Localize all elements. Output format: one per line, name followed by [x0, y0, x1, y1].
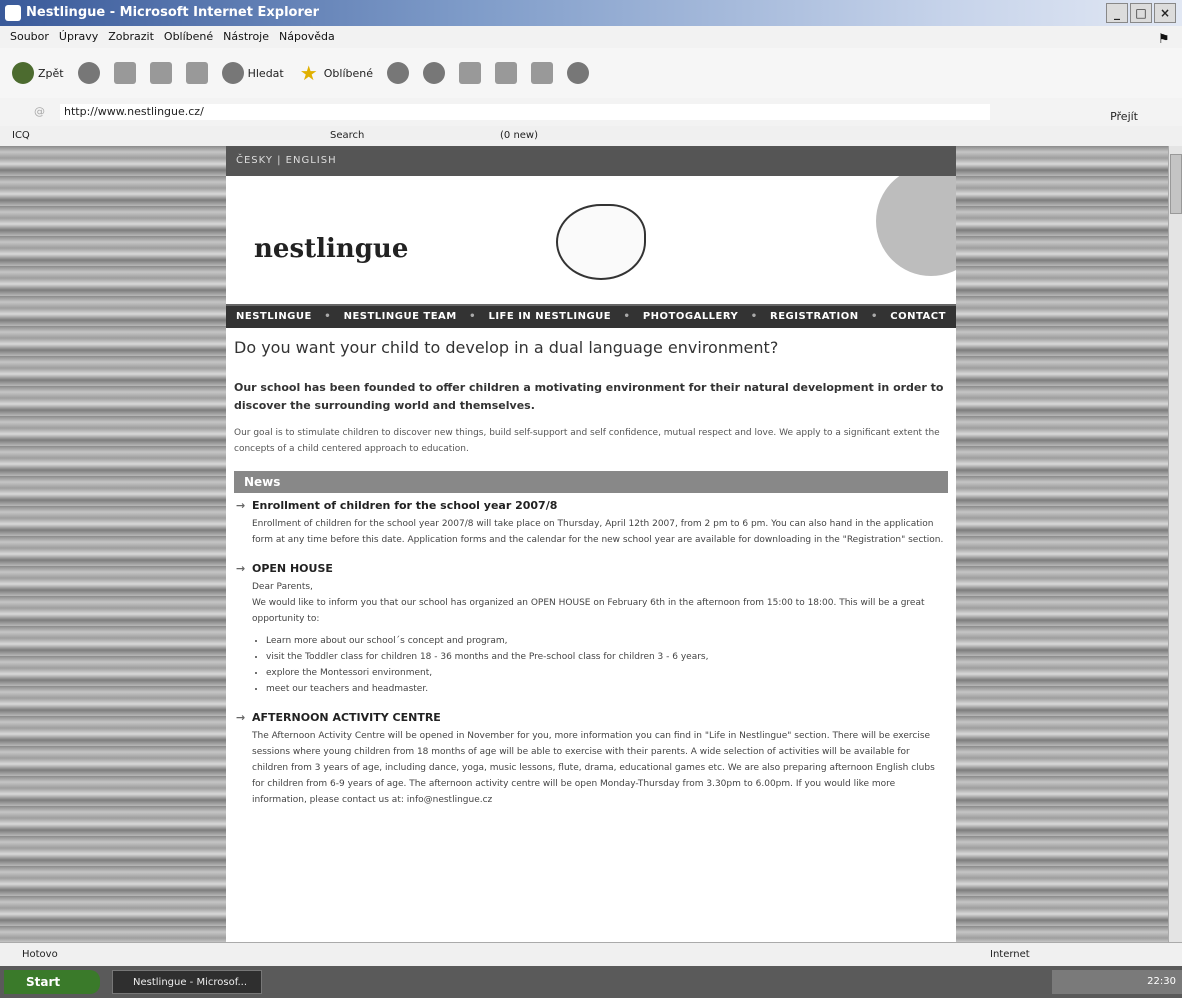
news-item: Enrollment of children for the school ye…: [234, 499, 948, 548]
minimize-button[interactable]: _: [1106, 3, 1128, 23]
menu-view[interactable]: Zobrazit: [108, 26, 154, 48]
nav-separator: •: [750, 311, 758, 322]
bird-illustration: [556, 204, 646, 280]
maximize-button[interactable]: □: [1130, 3, 1152, 23]
back-arrow-icon: [12, 62, 34, 84]
discuss-icon[interactable]: [531, 62, 553, 84]
back-button[interactable]: Zpět: [12, 62, 64, 84]
ie-icon: [5, 5, 21, 21]
icq-search-button[interactable]: Search: [330, 126, 364, 146]
favorites-button[interactable]: ★ Oblíbené: [298, 62, 373, 84]
menu-help[interactable]: Nápověda: [279, 26, 335, 48]
edit-icon[interactable]: [495, 62, 517, 84]
icq-toolbar: ICQ Search (0 new): [0, 126, 1182, 146]
windows-flag-icon: ⚑: [1158, 32, 1170, 47]
mail-icon[interactable]: [423, 62, 445, 84]
news-bullet: Learn more about our school´s concept an…: [266, 633, 948, 649]
nav-life[interactable]: LIFE IN NESTLINGUE: [488, 306, 611, 328]
news-greeting: Dear Parents,: [252, 582, 313, 592]
icq-button[interactable]: ICQ: [12, 126, 30, 146]
back-label: Zpět: [38, 66, 64, 80]
sun-illustration: [876, 176, 956, 276]
system-tray-clock: 22:30: [1052, 970, 1182, 994]
taskbar: Start Nestlingue - Microsof... 22:30: [0, 966, 1182, 998]
messenger-icon[interactable]: [567, 62, 589, 84]
news-bullet: visit the Toddler class for children 18 …: [266, 649, 948, 665]
menu-favorites[interactable]: Oblíbené: [164, 26, 213, 48]
news-bullet-list: Learn more about our school´s concept an…: [252, 633, 948, 697]
nav-team[interactable]: NESTLINGUE TEAM: [344, 306, 457, 328]
intro-paragraph: Our school has been founded to offer chi…: [234, 381, 944, 412]
news-body: The Afternoon Activity Centre will be op…: [252, 731, 935, 805]
window-title: Nestlingue - Microsoft Internet Explorer: [26, 5, 320, 20]
address-bar: @ http://www.nestlingue.cz/ Přejít: [0, 98, 1182, 126]
menu-edit[interactable]: Úpravy: [59, 26, 98, 48]
history-icon[interactable]: [387, 62, 409, 84]
toolbar: Zpět Hledat ★ Oblíbené: [0, 48, 1182, 98]
security-zone: Internet: [990, 949, 1030, 960]
search-icon: [221, 62, 244, 84]
print-icon[interactable]: [459, 62, 481, 84]
site-banner: nestlingue: [226, 176, 956, 306]
news-title: OPEN HOUSE: [234, 562, 948, 575]
forward-arrow-icon[interactable]: [77, 62, 100, 84]
news-text: We would like to inform you that our sch…: [252, 598, 925, 624]
nav-separator: •: [324, 311, 332, 322]
status-bar: Hotovo Internet: [0, 942, 1182, 966]
stop-icon[interactable]: [113, 62, 136, 84]
star-icon: ★: [299, 61, 318, 85]
goal-paragraph: Our goal is to stimulate children to dis…: [234, 428, 940, 454]
address-label: @: [34, 105, 45, 118]
news-item: OPEN HOUSE Dear Parents, We would like t…: [234, 562, 948, 697]
news-title: Enrollment of children for the school ye…: [234, 499, 948, 512]
nav-separator: •: [870, 311, 878, 322]
taskbar-window-button[interactable]: Nestlingue - Microsof...: [112, 970, 262, 994]
news-bullet: explore the Montessori environment,: [266, 665, 948, 681]
browser-window: Nestlingue - Microsoft Internet Explorer…: [0, 0, 1182, 998]
page-content: Do you want your child to develop in a d…: [226, 328, 956, 808]
web-page: ČESKY | ENGLISH nestlingue NESTLINGUE • …: [226, 146, 956, 942]
status-text: Hotovo: [22, 949, 58, 960]
site-logo[interactable]: nestlingue: [254, 234, 408, 264]
window-controls: _ □ ×: [1106, 3, 1176, 23]
news-item: AFTERNOON ACTIVITY CENTRE The Afternoon …: [234, 711, 948, 808]
title-bar: Nestlingue - Microsoft Internet Explorer…: [0, 0, 1182, 26]
news-bullet: meet our teachers and headmaster.: [266, 681, 948, 697]
start-button[interactable]: Start: [4, 970, 100, 994]
page-viewport: ČESKY | ENGLISH nestlingue NESTLINGUE • …: [0, 146, 1168, 942]
search-label: Hledat: [247, 66, 284, 80]
news-body: Dear Parents, We would like to inform yo…: [234, 579, 948, 697]
news-body: Enrollment of children for the school ye…: [252, 519, 944, 545]
search-button[interactable]: Hledat: [221, 62, 284, 84]
close-button[interactable]: ×: [1154, 3, 1176, 23]
news-title: AFTERNOON ACTIVITY CENTRE: [234, 711, 948, 724]
main-nav: NESTLINGUE • NESTLINGUE TEAM • LIFE IN N…: [226, 306, 956, 328]
nav-registration[interactable]: REGISTRATION: [770, 306, 859, 328]
scrollbar-thumb[interactable]: [1170, 154, 1182, 214]
favorites-label: Oblíbené: [323, 66, 373, 80]
nav-separator: •: [469, 311, 477, 322]
icq-mail-button[interactable]: (0 new): [500, 126, 538, 146]
nav-nestlingue[interactable]: NESTLINGUE: [236, 306, 312, 328]
nav-contact[interactable]: CONTACT: [890, 306, 946, 328]
language-switch[interactable]: ČESKY | ENGLISH: [226, 146, 956, 176]
nav-photogallery[interactable]: PHOTOGALLERY: [643, 306, 738, 328]
home-icon[interactable]: [185, 62, 208, 84]
vertical-scrollbar[interactable]: [1168, 146, 1182, 942]
nav-separator: •: [623, 311, 631, 322]
address-input[interactable]: http://www.nestlingue.cz/: [60, 104, 990, 120]
refresh-icon[interactable]: [149, 62, 172, 84]
menu-tools[interactable]: Nástroje: [223, 26, 269, 48]
menu-bar: Soubor Úpravy Zobrazit Oblíbené Nástroje…: [0, 26, 1182, 48]
page-headline: Do you want your child to develop in a d…: [234, 338, 779, 357]
menu-file[interactable]: Soubor: [10, 26, 49, 48]
news-header: News: [234, 471, 948, 493]
